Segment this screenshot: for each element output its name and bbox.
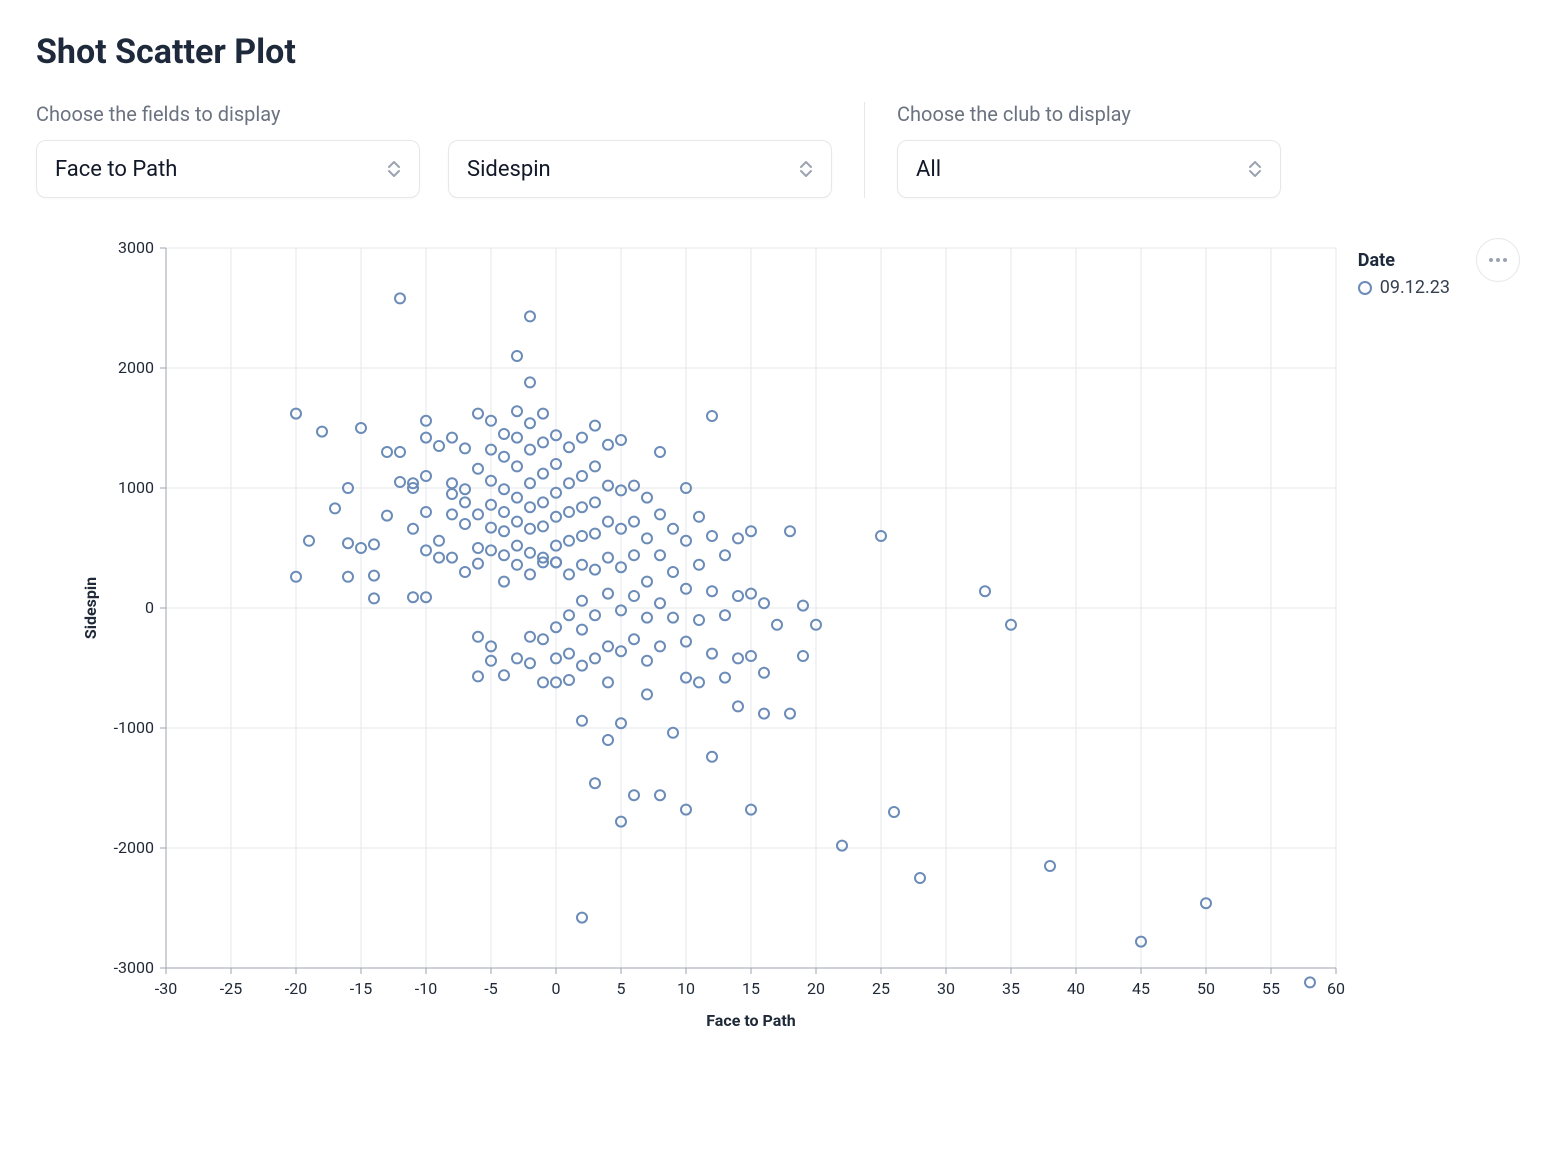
scatter-plot: -30 -25 -20 -15 -10 -5 0 5 10 15 20 25 30 35 40 45 50 55 6… (76, 238, 1356, 1038)
svg-text:50: 50 (1197, 979, 1215, 998)
svg-text:0: 0 (552, 979, 561, 998)
page-title: Shot Scatter Plot (36, 32, 1520, 72)
svg-text:Face to Path: Face to Path (706, 1011, 795, 1030)
svg-text:55: 55 (1262, 979, 1280, 998)
svg-text:40: 40 (1067, 979, 1085, 998)
svg-text:20: 20 (807, 979, 825, 998)
svg-text:15: 15 (742, 979, 760, 998)
svg-text:-15: -15 (350, 979, 372, 998)
svg-text:1000: 1000 (118, 478, 154, 497)
svg-text:-1000: -1000 (114, 718, 154, 737)
chart-container: Date 09.12.23 -30 -25 -20 -15 -10 -5 0 5 10 15 20 2… (36, 238, 1520, 1058)
svg-text:3000: 3000 (118, 238, 154, 257)
svg-text:10: 10 (677, 979, 695, 998)
svg-text:-3000: -3000 (114, 958, 154, 977)
svg-text:-10: -10 (415, 979, 437, 998)
svg-text:30: 30 (937, 979, 955, 998)
legend-swatch-icon (1358, 281, 1372, 295)
svg-text:-2000: -2000 (114, 838, 154, 857)
legend-item-label: 09.12.23 (1380, 277, 1450, 298)
select-y-value: Sidespin (467, 157, 551, 182)
fields-label: Choose the fields to display (36, 102, 832, 126)
svg-text:-5: -5 (484, 979, 497, 998)
svg-text:5: 5 (617, 979, 626, 998)
svg-text:25: 25 (872, 979, 890, 998)
legend-item[interactable]: 09.12.23 (1358, 277, 1450, 298)
controls-row: Choose the fields to display Face to Pat… (36, 102, 1520, 198)
chevron-updown-icon (799, 160, 813, 178)
svg-text:45: 45 (1132, 979, 1150, 998)
svg-text:-20: -20 (285, 979, 307, 998)
svg-text:2000: 2000 (118, 358, 154, 377)
svg-text:0: 0 (145, 598, 154, 617)
select-x-field[interactable]: Face to Path (36, 140, 420, 198)
more-options-button[interactable] (1476, 238, 1520, 282)
svg-text:-25: -25 (220, 979, 242, 998)
svg-text:-30: -30 (155, 979, 177, 998)
svg-text:60: 60 (1327, 979, 1345, 998)
svg-text:35: 35 (1002, 979, 1020, 998)
svg-text:Sidespin: Sidespin (81, 577, 100, 639)
legend: Date 09.12.23 (1358, 250, 1450, 298)
legend-title: Date (1358, 250, 1450, 271)
ellipsis-icon (1488, 257, 1508, 263)
select-club-value: All (916, 157, 941, 182)
select-x-value: Face to Path (55, 157, 177, 182)
club-label: Choose the club to display (897, 102, 1281, 126)
vertical-divider (864, 102, 865, 198)
chevron-updown-icon (387, 160, 401, 178)
select-club[interactable]: All (897, 140, 1281, 198)
select-y-field[interactable]: Sidespin (448, 140, 832, 198)
chevron-updown-icon (1248, 160, 1262, 178)
